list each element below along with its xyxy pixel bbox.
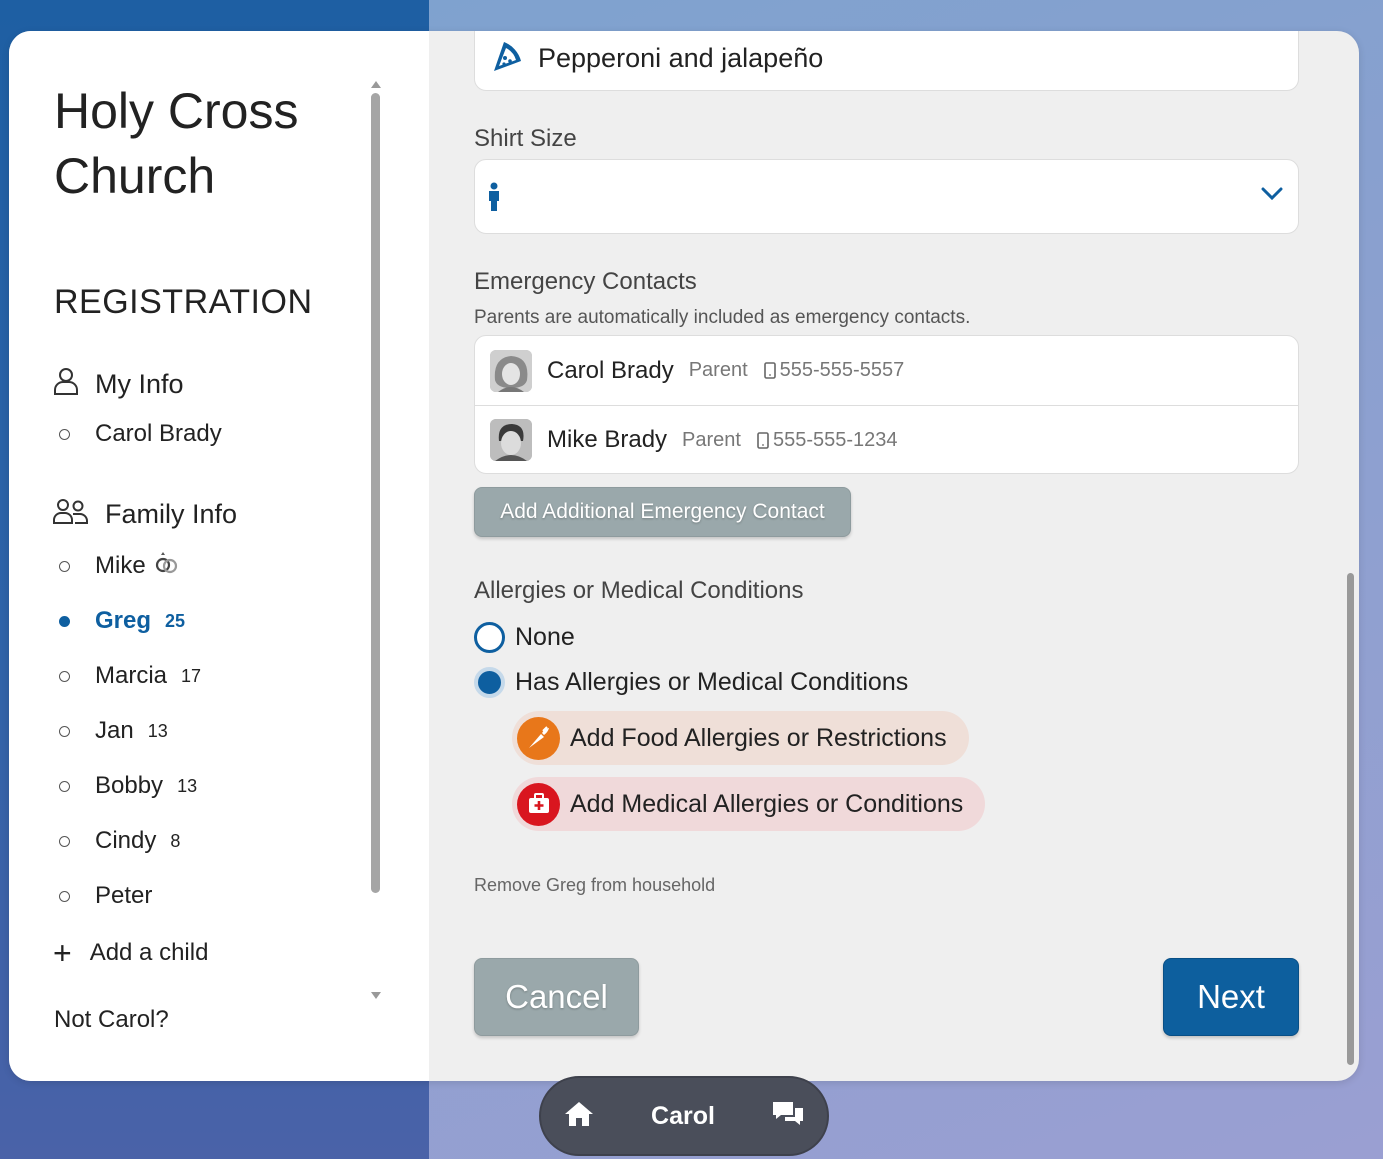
pizza-icon — [490, 39, 524, 78]
sidebar-item-label: Jan — [95, 717, 134, 744]
contact-row[interactable]: Carol Brady Parent 555-555-5557 — [475, 336, 1298, 405]
add-medical-conditions-label: Add Medical Allergies or Conditions — [570, 789, 964, 818]
allergies-label: Allergies or Medical Conditions — [474, 577, 804, 604]
sidebar-item-greg[interactable]: Greg 25 — [59, 606, 185, 636]
emergency-contacts-label: Emergency Contacts — [474, 268, 697, 295]
age-label: 13 — [177, 775, 198, 796]
home-icon[interactable] — [563, 1100, 595, 1133]
emergency-contacts-note: Parents are automatically included as em… — [474, 307, 971, 328]
sidebar-item-label: Greg — [95, 607, 152, 634]
contact-phone-number: 555-555-1234 — [772, 428, 898, 451]
radio-button[interactable] — [474, 667, 505, 698]
sidebar-item-peter[interactable]: Peter — [59, 881, 152, 911]
age-label: 8 — [170, 830, 181, 851]
not-user-link[interactable]: Not Carol? — [54, 1006, 169, 1034]
my-info-heading[interactable]: My Info — [53, 367, 184, 402]
church-name: Holy Cross Church — [54, 83, 299, 204]
family-icon — [53, 498, 105, 531]
my-info-label: My Info — [95, 369, 184, 399]
status-dot — [59, 890, 70, 902]
radio-button[interactable] — [474, 622, 505, 653]
add-food-allergies-button[interactable]: Add Food Allergies or Restrictions — [512, 711, 969, 765]
plus-icon: + — [53, 935, 72, 971]
current-user-name[interactable]: Carol — [651, 1102, 715, 1131]
family-info-label: Family Info — [105, 499, 238, 529]
sidebar: Holy Cross Church REGISTRATION My Info C… — [9, 31, 429, 1081]
radio-none[interactable]: None — [474, 622, 575, 653]
shirt-size-label: Shirt Size — [474, 125, 577, 152]
sidebar-item-mike[interactable]: Mike — [59, 551, 180, 581]
add-child-label: Add a child — [89, 939, 209, 966]
main-form: Pepperoni and jalapeño Shirt Size Emerge… — [429, 31, 1359, 1081]
person-icon — [53, 367, 95, 402]
contact-phone: 555-555-1234 — [757, 429, 898, 452]
sidebar-item-label: Marcia — [95, 662, 168, 689]
contact-row[interactable]: Mike Brady Parent 555-555-1234 — [475, 405, 1298, 474]
sidebar-item-carol-brady[interactable]: Carol Brady — [59, 419, 222, 449]
add-emergency-contact-button[interactable]: Add Additional Emergency Contact — [474, 487, 851, 537]
bottom-nav-bar: Carol — [539, 1076, 829, 1156]
contact-phone-number: 555-555-5557 — [779, 359, 905, 381]
person-standing-icon — [487, 182, 501, 217]
mobile-phone-icon — [757, 431, 769, 449]
status-dot — [59, 615, 70, 627]
rings-icon — [154, 551, 180, 582]
avatar — [490, 419, 532, 461]
contact-name: Mike Brady — [547, 426, 668, 453]
avatar — [490, 349, 532, 392]
sidebar-item-cindy[interactable]: Cindy 8 — [59, 826, 180, 856]
cancel-button[interactable]: Cancel — [474, 958, 639, 1036]
status-dot — [59, 835, 70, 847]
main-scrollbar[interactable] — [1347, 573, 1354, 1065]
first-aid-kit-icon — [517, 782, 560, 826]
status-dot — [59, 780, 70, 792]
status-dot — [59, 560, 70, 572]
next-button[interactable]: Next — [1163, 958, 1299, 1036]
family-info-heading[interactable]: Family Info — [53, 498, 237, 531]
contact-role: Parent — [682, 428, 741, 451]
age-label: 13 — [147, 720, 168, 741]
contact-role: Parent — [688, 359, 748, 381]
scroll-down-arrow-icon[interactable] — [371, 992, 381, 999]
radio-has-allergies[interactable]: Has Allergies or Medical Conditions — [474, 667, 908, 698]
chat-icon[interactable] — [771, 1099, 805, 1134]
carrot-icon — [517, 716, 560, 760]
registration-card: Holy Cross Church REGISTRATION My Info C… — [9, 31, 1359, 1081]
radio-label: Has Allergies or Medical Conditions — [515, 668, 909, 696]
mobile-phone-icon — [763, 362, 776, 379]
emergency-contacts-list: Carol Brady Parent 555-555-5557 Mike Bra… — [474, 335, 1299, 474]
sidebar-scrollbar[interactable] — [371, 93, 380, 893]
sidebar-item-bobby[interactable]: Bobby 13 — [59, 771, 197, 801]
contact-name: Carol Brady — [547, 356, 674, 384]
chevron-down-icon — [1260, 186, 1284, 207]
age-label: 25 — [165, 610, 186, 631]
sidebar-item-label: Peter — [95, 882, 153, 909]
sidebar-item-label: Cindy — [95, 827, 157, 854]
contact-phone: 555-555-5557 — [763, 359, 905, 382]
radio-label: None — [515, 623, 575, 651]
add-medical-conditions-button[interactable]: Add Medical Allergies or Conditions — [512, 777, 986, 831]
add-child-button[interactable]: + Add a child — [53, 937, 208, 969]
status-dot — [59, 725, 70, 737]
scroll-up-arrow-icon[interactable] — [371, 81, 381, 88]
pizza-value: Pepperoni and jalapeño — [538, 42, 824, 73]
shirt-size-select[interactable] — [474, 159, 1299, 234]
age-label: 17 — [181, 665, 202, 686]
remove-from-household-link[interactable]: Remove Greg from household — [474, 875, 715, 896]
sidebar-item-label: Mike — [95, 552, 146, 579]
sidebar-item-jan[interactable]: Jan 13 — [59, 716, 168, 746]
sidebar-item-label: Bobby — [95, 772, 164, 799]
sidebar-item-marcia[interactable]: Marcia 17 — [59, 661, 201, 691]
add-food-allergies-label: Add Food Allergies or Restrictions — [570, 723, 947, 752]
registration-heading: REGISTRATION — [54, 283, 313, 321]
pizza-preference-field[interactable]: Pepperoni and jalapeño — [474, 31, 1299, 91]
status-dot — [59, 670, 70, 682]
status-dot — [59, 428, 70, 440]
sidebar-item-label: Carol Brady — [95, 420, 222, 447]
